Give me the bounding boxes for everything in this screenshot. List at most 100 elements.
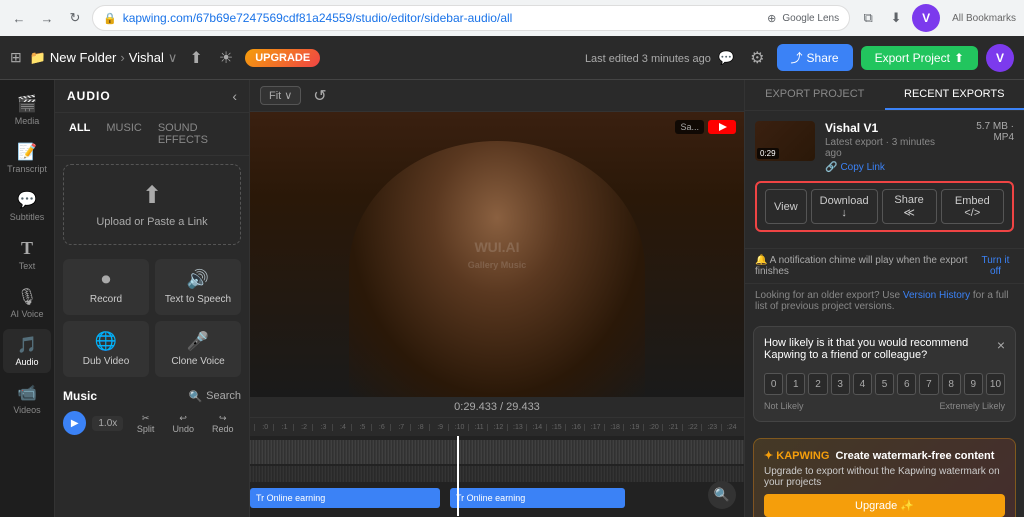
audio-icon: 🎵 xyxy=(17,335,37,355)
copy-link-button[interactable]: 🔗 Copy Link xyxy=(825,162,953,173)
export-button[interactable]: Export Project ⬆ xyxy=(861,46,978,70)
timeline-tracks[interactable]: Tr Online earning Tr Online earning xyxy=(250,436,744,516)
kapwing-logo: ✦ KAPWING xyxy=(764,449,829,462)
undo-button[interactable]: ↩ Undo xyxy=(165,412,202,435)
survey-num-9[interactable]: 9 xyxy=(964,373,983,395)
refresh-button[interactable]: ↻ xyxy=(64,7,86,29)
speed-button[interactable]: 1.0x xyxy=(92,416,123,431)
record-option[interactable]: ⏺ Record xyxy=(63,259,149,315)
sidebar-item-ai-voice[interactable]: 🎙 AI Voice xyxy=(3,281,51,325)
survey-num-7[interactable]: 7 xyxy=(919,373,938,395)
survey-num-3[interactable]: 3 xyxy=(831,373,850,395)
upload-icon-btn[interactable]: ⬆ xyxy=(185,44,206,72)
ruler-mark: :16 xyxy=(565,424,584,431)
survey-num-10[interactable]: 10 xyxy=(986,373,1005,395)
forward-button[interactable]: → xyxy=(36,7,58,29)
timeline-area[interactable]: :0 :1 :2 :3 :4 :5 :6 :7 :8 :9 :10 :11 :1… xyxy=(250,417,744,517)
survey-num-8[interactable]: 8 xyxy=(942,373,961,395)
fit-button[interactable]: Fit ∨ xyxy=(260,86,301,105)
survey-num-2[interactable]: 2 xyxy=(808,373,827,395)
view-button[interactable]: View xyxy=(765,189,807,224)
share-button[interactable]: ⤴ Share xyxy=(777,44,853,71)
collapse-button[interactable]: ‹ xyxy=(232,88,237,104)
survey-num-4[interactable]: 4 xyxy=(853,373,872,395)
audio-options-grid: ⏺ Record 🔊 Text to Speech 🌐 Dub Video 🎤 … xyxy=(55,253,249,383)
right-panel: EXPORT PROJECT RECENT EXPORTS 0:29 Vi xyxy=(744,80,1024,517)
url-text: kapwing.com/67b69e7247569cdf81a24559/stu… xyxy=(123,11,761,25)
timeline-clip-1[interactable]: Tr Online earning xyxy=(250,488,440,508)
clone-option[interactable]: 🎤 Clone Voice xyxy=(155,321,241,377)
tab-recent-exports[interactable]: RECENT EXPORTS xyxy=(885,80,1024,110)
audio-panel-title: AUDIO xyxy=(67,89,111,103)
sidebar-item-transcript[interactable]: 📝 Transcript xyxy=(3,136,51,180)
media-label: Media xyxy=(15,116,40,126)
theme-btn[interactable]: ☀ xyxy=(215,44,237,72)
version-history: Looking for an older export? Use Version… xyxy=(745,283,1024,318)
sidebar-item-media[interactable]: 🎬 Media xyxy=(3,88,51,132)
sidebar-item-audio[interactable]: 🎵 Audio xyxy=(3,329,51,373)
tab-music[interactable]: MUSIC xyxy=(100,119,147,149)
clone-icon: 🎤 xyxy=(187,331,209,352)
folder-name[interactable]: New Folder xyxy=(50,50,116,65)
split-button[interactable]: ✂ Split xyxy=(129,412,162,435)
dub-option[interactable]: 🌐 Dub Video xyxy=(63,321,149,377)
url-bar[interactable]: 🔒 kapwing.com/67b69e7247569cdf81a24559/s… xyxy=(92,5,850,31)
timeline-clip-2[interactable]: Tr Online earning xyxy=(450,488,625,508)
tab-export-project[interactable]: EXPORT PROJECT xyxy=(745,80,885,110)
upgrade-card-button[interactable]: Upgrade ✨ xyxy=(764,494,1005,517)
transcript-icon: 📝 xyxy=(17,142,37,162)
survey-num-6[interactable]: 6 xyxy=(897,373,916,395)
sidebar-item-subtitles[interactable]: 💬 Subtitles xyxy=(3,184,51,228)
extensions-button[interactable]: ⧉ xyxy=(856,6,880,30)
play-button[interactable]: ▶ xyxy=(63,411,86,435)
share-export-button[interactable]: Share ≪ xyxy=(882,189,937,224)
survey-num-1[interactable]: 1 xyxy=(786,373,805,395)
upgrade-button[interactable]: UPGRADE xyxy=(245,49,320,67)
back-button[interactable]: ← xyxy=(8,7,30,29)
search-bottom-button[interactable]: 🔍 xyxy=(708,481,736,509)
download-button[interactable]: Download ↓ xyxy=(811,189,878,224)
upload-area[interactable]: ⬆ Upload or Paste a Link xyxy=(63,164,241,245)
export-item: 0:29 Vishal V1 Latest export · 3 minutes… xyxy=(755,121,1014,173)
breadcrumb: 📁 New Folder › Vishal ∨ xyxy=(30,50,178,66)
ruler-mark: :20 xyxy=(643,424,662,431)
settings-icon-btn[interactable]: ⚙ xyxy=(746,44,768,72)
text-label: Text xyxy=(19,261,36,271)
survey-num-5[interactable]: 5 xyxy=(875,373,894,395)
chevron-down-icon: ∨ xyxy=(284,89,292,102)
survey-num-0[interactable]: 0 xyxy=(764,373,783,395)
ruler-mark: :8 xyxy=(410,424,429,431)
user-avatar[interactable]: V xyxy=(986,44,1014,72)
sidebar-item-text[interactable]: T Text xyxy=(3,232,51,277)
sidebar-item-videos[interactable]: 📹 Videos xyxy=(3,377,51,421)
ruler-mark: :14 xyxy=(526,424,545,431)
tab-sound-effects[interactable]: SOUND EFFECTS xyxy=(152,119,241,149)
tts-option[interactable]: 🔊 Text to Speech xyxy=(155,259,241,315)
top-bar: ⊞ 📁 New Folder › Vishal ∨ ⬆ ☀ UPGRADE La… xyxy=(0,36,1024,80)
tab-all[interactable]: ALL xyxy=(63,119,96,149)
browser-avatar[interactable]: V xyxy=(912,4,940,32)
watermark: WUI.AIGallery Music xyxy=(468,239,527,271)
view-label: View xyxy=(774,201,798,213)
ruler-mark: :17 xyxy=(584,424,603,431)
survey-close-button[interactable]: × xyxy=(997,337,1005,353)
user-name[interactable]: Vishal xyxy=(129,50,164,65)
playhead[interactable] xyxy=(457,436,459,516)
google-lens-btn[interactable]: ⊕ xyxy=(767,12,776,25)
ruler-mark: :24 xyxy=(721,424,740,431)
ruler-mark: :15 xyxy=(546,424,565,431)
clip-1-label: Tr Online earning xyxy=(256,493,325,503)
reset-view-button[interactable]: ↺ xyxy=(309,82,330,110)
version-history-link[interactable]: Version History xyxy=(903,290,970,301)
turn-off-button[interactable]: Turn it off xyxy=(977,255,1014,277)
export-meta: Latest export · 3 minutes ago xyxy=(825,137,953,159)
comment-icon-btn[interactable]: 💬 xyxy=(714,46,738,70)
download-button[interactable]: ⬇ xyxy=(884,6,908,30)
embed-button[interactable]: Embed </> xyxy=(941,189,1004,224)
dub-icon: 🌐 xyxy=(95,331,117,352)
upgrade-card-header: ✦ KAPWING Create watermark-free content xyxy=(764,449,1005,462)
survey-label-right: Extremely Likely xyxy=(939,401,1005,411)
search-area[interactable]: 🔍 Search xyxy=(188,390,241,403)
ruler-mark: :1 xyxy=(273,424,292,431)
redo-button[interactable]: ↪ Redo xyxy=(204,412,241,435)
